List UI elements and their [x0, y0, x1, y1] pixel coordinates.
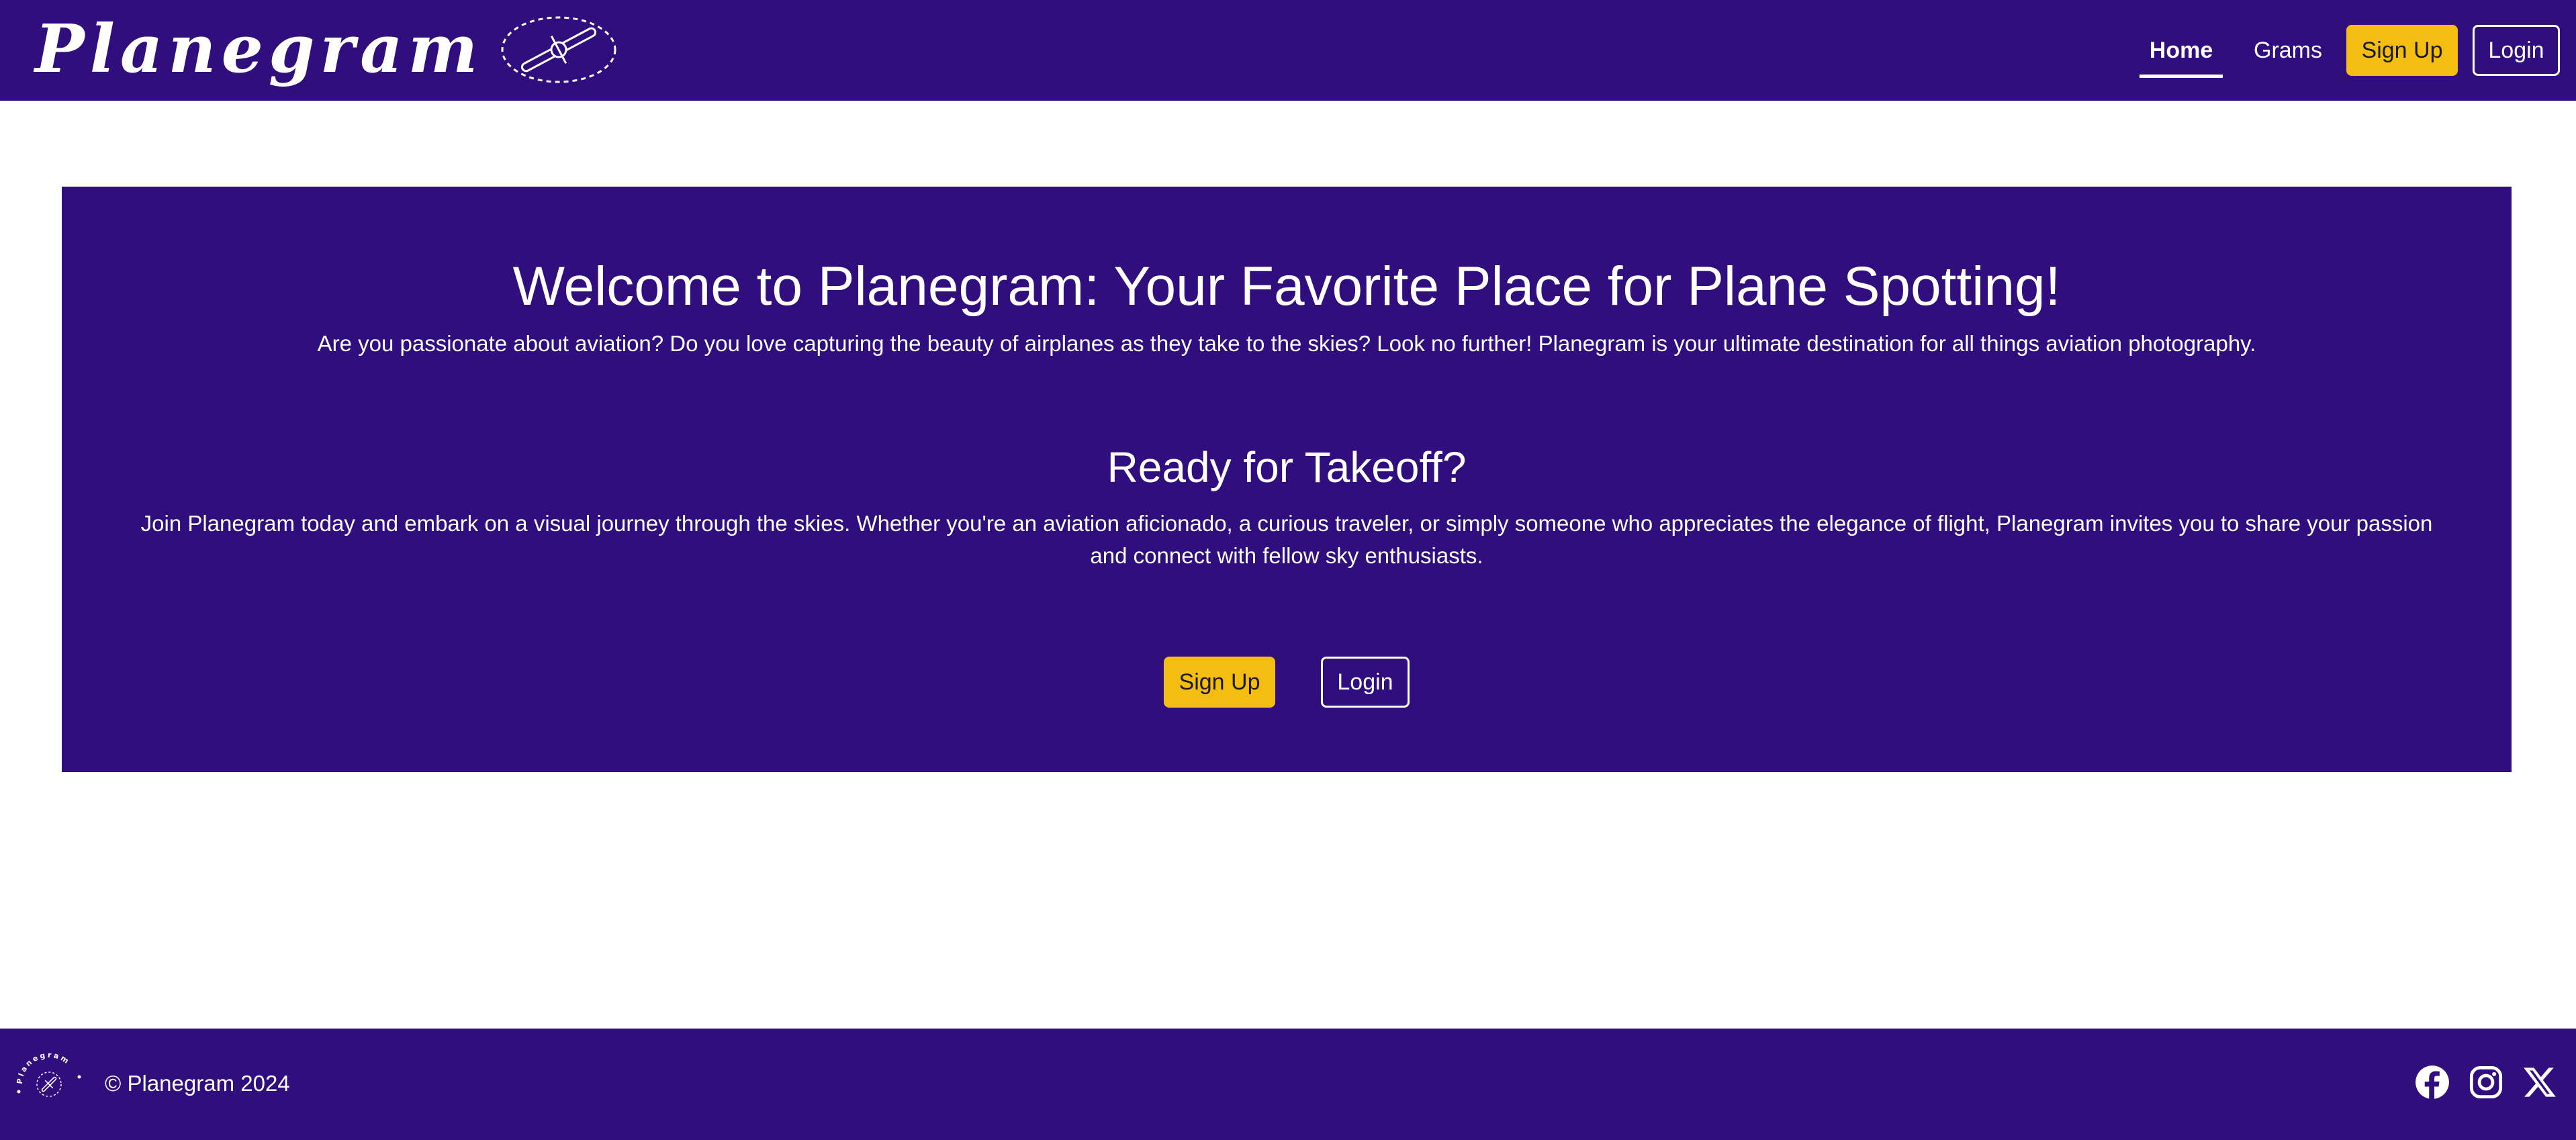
brand-link[interactable]: Planegram	[35, 9, 618, 90]
hero-body-text: Join Planegram today and embark on a vis…	[140, 511, 2433, 568]
footer: Planegram © Planegram 2024	[0, 1029, 2576, 1140]
nav-links: Home Grams Sign Up Login	[2140, 24, 2560, 78]
footer-copyright: © Planegram 2024	[105, 1071, 290, 1096]
nav-grams-link[interactable]: Grams	[2254, 24, 2322, 77]
hero-title: Welcome to Planegram: Your Favorite Plac…	[512, 256, 2061, 317]
nav-home-link[interactable]: Home	[2140, 24, 2223, 78]
hero-section: Welcome to Planegram: Your Favorite Plac…	[62, 187, 2512, 772]
facebook-icon[interactable]	[2415, 1065, 2450, 1100]
hero-login-button[interactable]: Login	[1321, 657, 1410, 708]
footer-logo-icon: Planegram	[15, 1051, 81, 1097]
hero-subtitle: Ready for Takeoff?	[1107, 443, 1467, 491]
hero-intro-text: Are you passionate about aviation? Do yo…	[317, 331, 2256, 356]
plane-logo-icon	[501, 16, 616, 83]
svg-text:Planegram: Planegram	[15, 1051, 72, 1085]
instagram-icon[interactable]	[2469, 1065, 2503, 1100]
nav-signup-button[interactable]: Sign Up	[2346, 25, 2458, 76]
x-icon[interactable]	[2522, 1065, 2557, 1100]
social-links	[2415, 1065, 2557, 1100]
hero-buttons: Sign Up Login	[62, 657, 2512, 708]
navbar: Planegram Home Grams Sign Up Login	[0, 0, 2576, 101]
hero-signup-button[interactable]: Sign Up	[1164, 657, 1275, 708]
nav-login-button[interactable]: Login	[2473, 25, 2560, 76]
brand-name: Planegram	[35, 11, 484, 88]
